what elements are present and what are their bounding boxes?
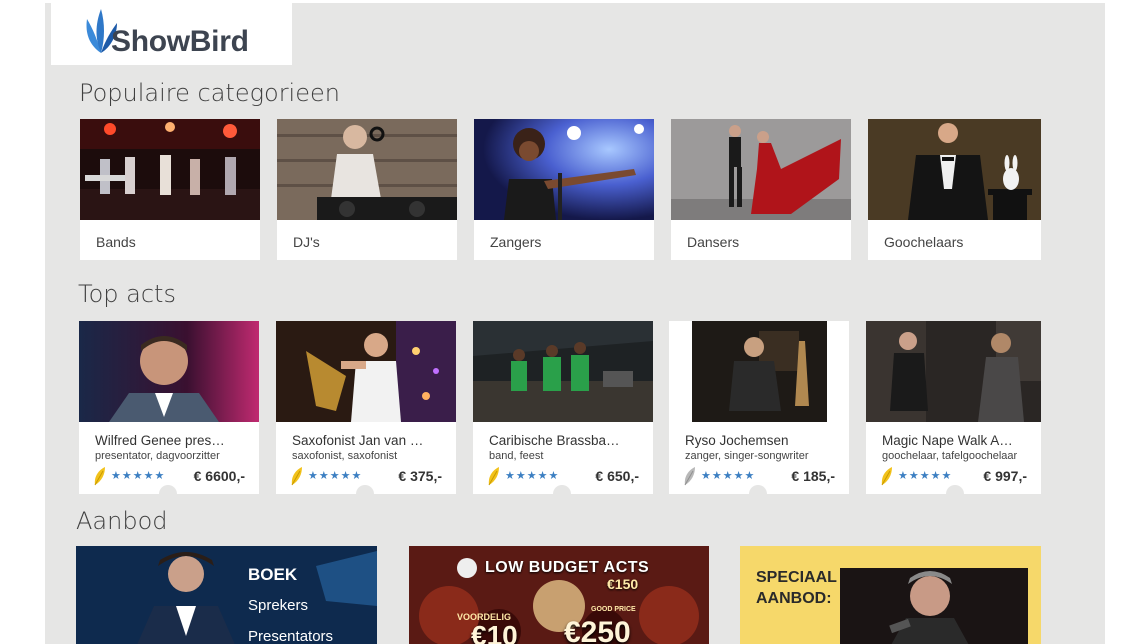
price-badge: €250 <box>564 616 631 644</box>
category-image <box>277 119 457 220</box>
offer-heading: SPECIAAL <box>756 569 837 586</box>
offer-heading: BOEK <box>248 565 298 584</box>
category-label: Bands <box>96 234 136 250</box>
act-card[interactable]: Ryso Jochemsen zanger, singer-songwriter… <box>669 321 849 503</box>
offer-banner-special[interactable]: SPECIAAL AANBOD: <box>740 546 1041 644</box>
category-label: Goochelaars <box>884 234 964 250</box>
act-name: Magic Nape Walk A… <box>882 433 1013 448</box>
act-card[interactable]: Wilfred Genee pres… presentator, dagvoor… <box>79 321 259 503</box>
act-tags: saxofonist, saxofonist <box>292 450 398 462</box>
act-price: € 375,- <box>398 468 442 484</box>
act-name: Saxofonist Jan van … <box>292 433 424 448</box>
feather-icon <box>488 467 499 486</box>
feather-icon <box>291 467 302 486</box>
feather-icon <box>684 467 695 486</box>
feather-icon <box>881 467 892 486</box>
price-tagline: GOOD PRICE <box>591 606 636 613</box>
offer-line: Presentators <box>248 628 334 644</box>
rating-stars: ★★★★★ <box>111 470 166 482</box>
act-tags: presentator, dagvoorzitter <box>95 450 220 462</box>
act-name: Ryso Jochemsen <box>685 433 789 448</box>
offer-line: Sprekers <box>248 597 309 614</box>
rating-stars: ★★★★★ <box>308 470 363 482</box>
act-image <box>866 321 1041 422</box>
act-card[interactable]: Caribische Brassba… band, feest ★★★★★ € … <box>473 321 653 503</box>
logo[interactable]: ShowBird <box>51 3 292 65</box>
category-label: Zangers <box>490 234 542 250</box>
offer-banner-speakers[interactable]: BOEK Sprekers Presentators <box>76 546 377 644</box>
card-notch <box>749 485 767 503</box>
rating-stars: ★★★★★ <box>505 470 560 482</box>
offer-banner-low-budget[interactable]: LOW BUDGET ACTS €150 VOORDELIG GOOD PRIC… <box>409 546 709 644</box>
price-badge: €10 <box>471 620 518 644</box>
category-label: Dansers <box>687 234 740 250</box>
act-card[interactable]: Magic Nape Walk A… goochelaar, tafelgooc… <box>866 321 1041 503</box>
card-notch <box>946 485 964 503</box>
act-price: € 185,- <box>791 468 835 484</box>
category-card-zangers[interactable]: Zangers <box>474 119 654 260</box>
rating-stars: ★★★★★ <box>701 470 756 482</box>
act-image <box>669 321 849 422</box>
category-image <box>868 119 1041 220</box>
category-image <box>671 119 851 220</box>
act-tags: zanger, singer-songwriter <box>685 450 809 462</box>
category-card-bands[interactable]: Bands <box>80 119 260 260</box>
feather-icon <box>94 467 105 486</box>
offer-heading: AANBOD: <box>756 590 832 607</box>
card-notch <box>356 485 374 503</box>
act-image <box>473 321 653 422</box>
category-card-goochelaars[interactable]: Goochelaars <box>868 119 1041 260</box>
page-container: ShowBird Populaire categorieen Bands DJ'… <box>45 3 1105 644</box>
act-price: € 650,- <box>595 468 639 484</box>
card-notch <box>553 485 571 503</box>
top-acts-title: Top acts <box>78 280 176 308</box>
card-notch <box>159 485 177 503</box>
act-image <box>276 321 456 422</box>
brand-name: ShowBird <box>111 25 249 58</box>
category-image <box>474 119 654 220</box>
act-tags: goochelaar, tafelgoochelaar <box>882 450 1018 462</box>
category-card-dansers[interactable]: Dansers <box>671 119 851 260</box>
offer-heading: LOW BUDGET ACTS <box>485 559 650 576</box>
category-image <box>80 119 260 220</box>
act-name: Caribische Brassba… <box>489 433 620 448</box>
act-price: € 6600,- <box>193 468 245 484</box>
act-card[interactable]: Saxofonist Jan van … saxofonist, saxofon… <box>276 321 456 503</box>
categories-title: Populaire categorieen <box>79 79 340 107</box>
rating-stars: ★★★★★ <box>898 470 953 482</box>
act-tags: band, feest <box>489 450 544 462</box>
act-price: € 997,- <box>983 468 1027 484</box>
act-image <box>79 321 259 422</box>
category-label: DJ's <box>293 234 320 250</box>
category-card-djs[interactable]: DJ's <box>277 119 457 260</box>
act-name: Wilfred Genee pres… <box>95 433 225 448</box>
offers-title: Aanbod <box>76 507 168 535</box>
price-badge: €150 <box>607 576 639 592</box>
